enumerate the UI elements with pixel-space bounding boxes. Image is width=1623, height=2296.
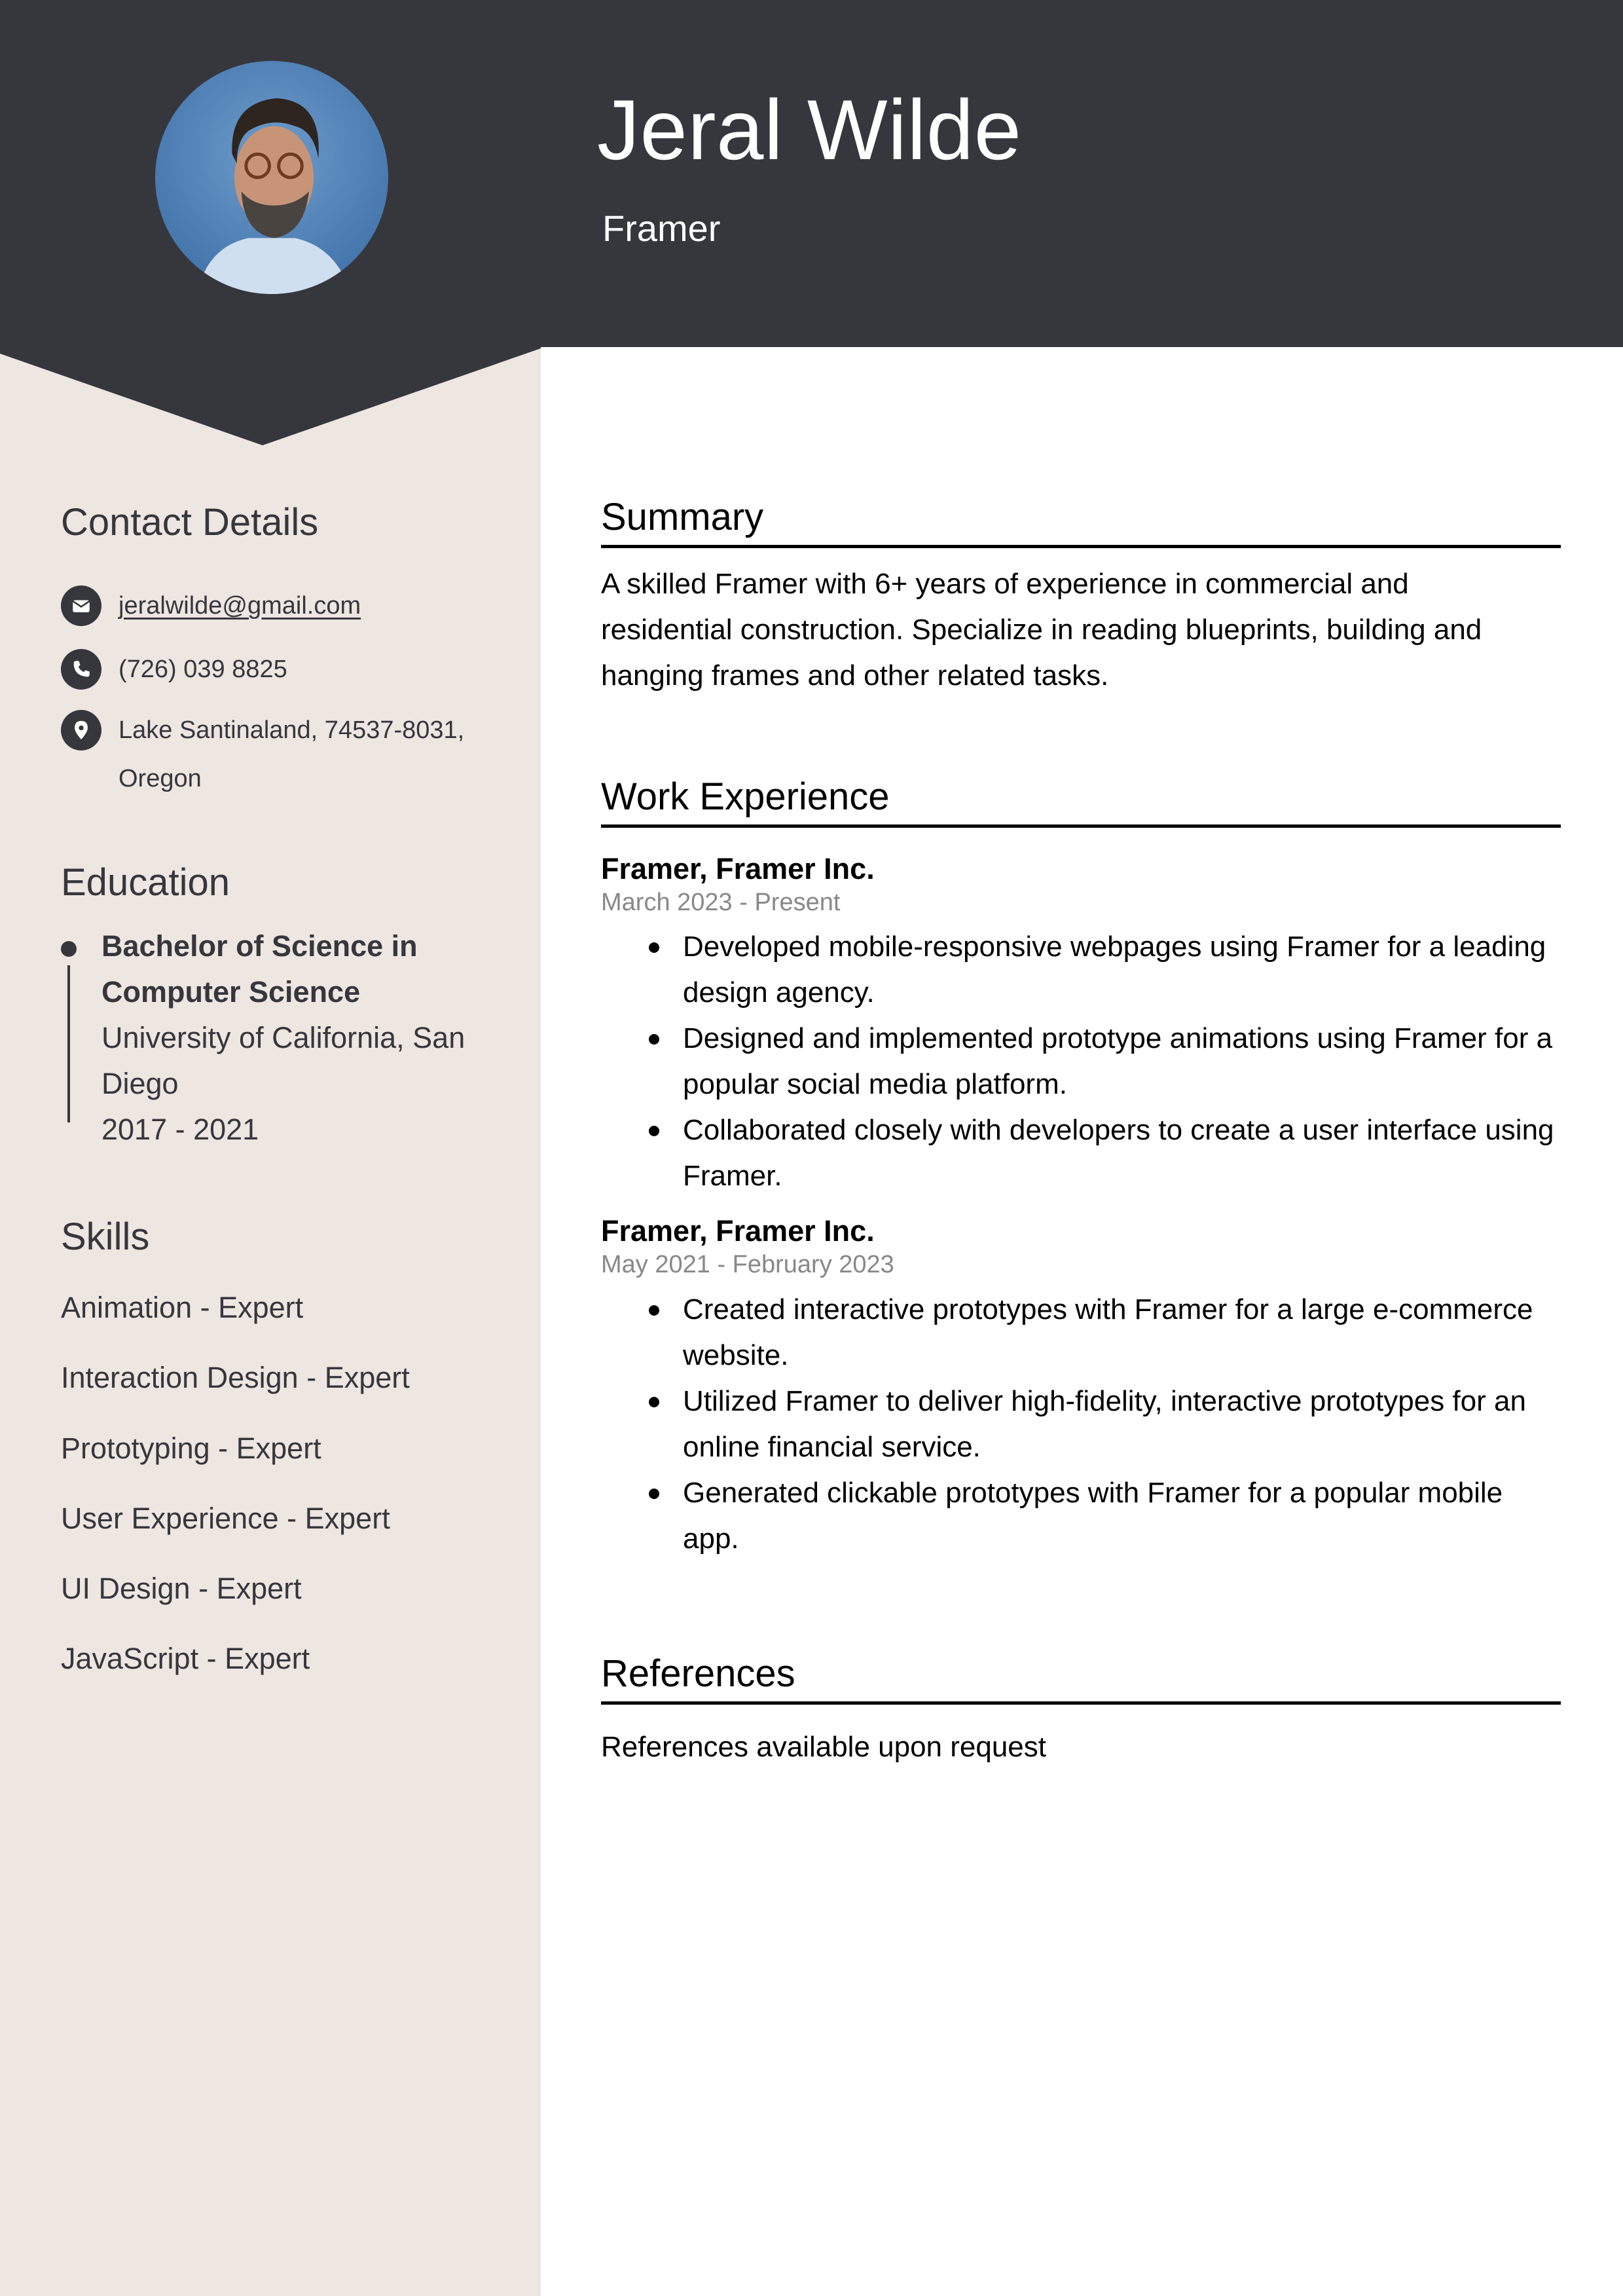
job-dates: March 2023 - Present xyxy=(601,888,841,916)
address-line-1: Lake Santinaland, 74537-8031, xyxy=(119,716,465,744)
job-entry: Framer, Framer Inc. March 2023 - Present… xyxy=(601,851,1561,1199)
candidate-name: Jeral Wilde xyxy=(597,82,1022,177)
skills-heading: Skills xyxy=(61,1215,150,1258)
summary-section: Summary A skilled Framer with 6+ years o… xyxy=(601,496,1561,699)
job-bullets: Developed mobile-responsive webpages usi… xyxy=(601,924,1561,1199)
job-bullet: Developed mobile-responsive webpages usi… xyxy=(601,924,1561,1016)
timeline-dot xyxy=(61,941,77,957)
header-chevron-shape xyxy=(0,346,541,445)
work-experience-section: Work Experience Framer, Framer Inc. Marc… xyxy=(601,776,1561,1562)
job-bullets: Created interactive prototypes with Fram… xyxy=(601,1287,1561,1562)
references-heading: References xyxy=(601,1653,1561,1705)
job-title: Framer, Framer Inc. xyxy=(601,1214,875,1248)
degree-line-2: Computer Science xyxy=(101,975,361,1009)
address: Lake Santinaland, 74537-8031, Oregon xyxy=(119,706,464,803)
work-experience-heading: Work Experience xyxy=(601,776,1561,828)
envelope-icon xyxy=(61,585,101,626)
job-bullet: Designed and implemented prototype anima… xyxy=(601,1016,1561,1107)
phone-icon xyxy=(61,649,101,690)
skill-item: JavaScript - Expert xyxy=(61,1642,310,1675)
summary-text: A skilled Framer with 6+ years of experi… xyxy=(601,567,1482,692)
contact-phone: (726) 039 8825 xyxy=(61,649,287,694)
references-section: References References available upon req… xyxy=(601,1653,1561,1770)
education-years: 2017 - 2021 xyxy=(101,1113,259,1146)
skill-item: Animation - Expert xyxy=(61,1291,304,1324)
job-dates: May 2021 - February 2023 xyxy=(601,1251,894,1279)
phone-number: (726) 039 8825 xyxy=(119,656,287,683)
school-line-2: Diego xyxy=(101,1067,179,1100)
skill-item: Interaction Design - Expert xyxy=(61,1361,410,1394)
address-line-2: Oregon xyxy=(119,765,202,792)
school-line-1: University of California, San xyxy=(101,1021,465,1054)
education-heading: Education xyxy=(61,861,230,904)
avatar xyxy=(155,61,388,294)
job-title: Framer, Framer Inc. xyxy=(601,851,875,885)
references-text: References available upon request xyxy=(601,1730,1047,1763)
job-bullet: Utilized Framer to deliver high-fidelity… xyxy=(601,1379,1561,1470)
portrait-photo xyxy=(155,61,388,294)
map-pin-icon xyxy=(61,710,101,750)
degree: Bachelor of Science in Computer Science xyxy=(101,923,520,1015)
contact-address: Lake Santinaland, 74537-8031, Oregon xyxy=(61,710,464,803)
job-entry: Framer, Framer Inc. May 2021 - February … xyxy=(601,1213,1561,1561)
degree-line-1: Bachelor of Science in xyxy=(101,929,418,963)
contact-details-heading: Contact Details xyxy=(61,501,319,544)
contact-email[interactable]: jeralwilde@gmail.com xyxy=(61,585,361,630)
timeline-line xyxy=(67,965,70,1122)
summary-heading: Summary xyxy=(601,496,1561,548)
skill-item: Prototyping - Expert xyxy=(61,1432,321,1465)
skill-item: UI Design - Expert xyxy=(61,1572,302,1605)
job-bullet: Generated clickable prototypes with Fram… xyxy=(601,1470,1561,1562)
job-bullet: Created interactive prototypes with Fram… xyxy=(601,1287,1561,1379)
job-bullet: Collaborated closely with developers to … xyxy=(601,1107,1561,1199)
skill-item: User Experience - Expert xyxy=(61,1502,390,1535)
candidate-job-title: Framer xyxy=(602,208,721,249)
email-link[interactable]: jeralwilde@gmail.com xyxy=(119,582,361,630)
school: University of California, San Diego xyxy=(101,1015,520,1107)
